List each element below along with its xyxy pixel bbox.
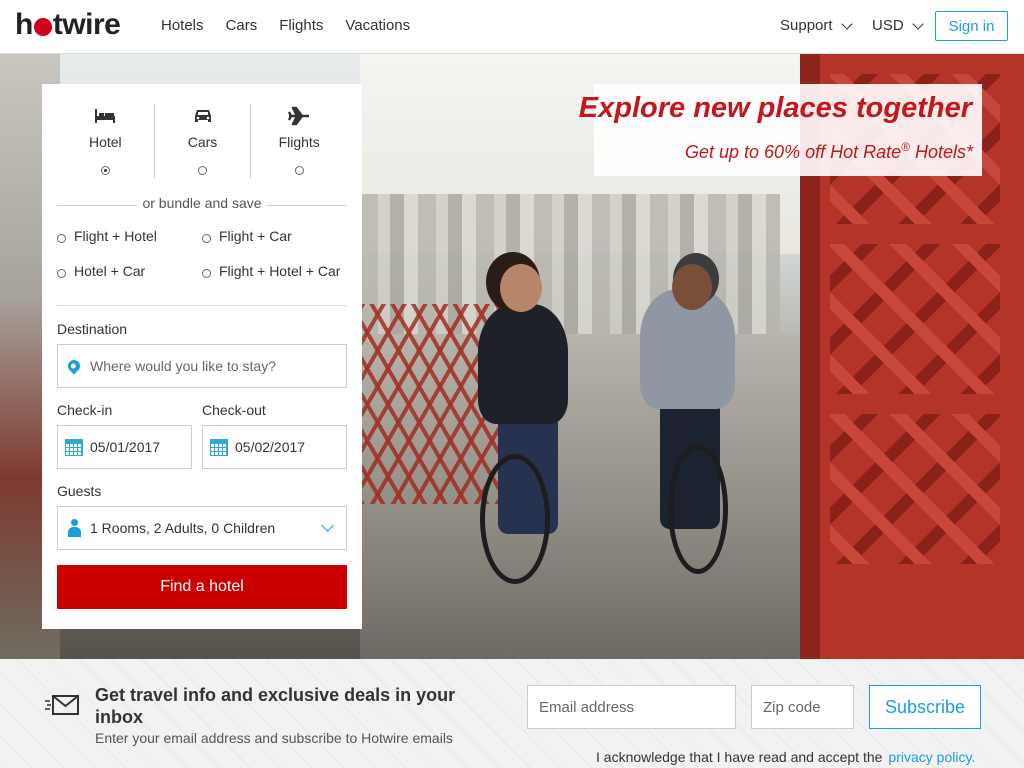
bundle-flight-hotel-car[interactable]: Flight + Hotel + Car — [202, 263, 340, 279]
checkin-label: Check-in — [57, 402, 113, 418]
flights-radio[interactable] — [294, 166, 304, 175]
chevron-down-icon — [321, 519, 334, 532]
tab-flights[interactable]: Flights — [250, 104, 347, 178]
search-panel: Hotel Cars Flights or bundle and save Fl… — [42, 84, 362, 629]
promo-banner: Explore new places together Get up to 60… — [579, 84, 982, 176]
bundle-flight-car[interactable]: Flight + Car — [202, 228, 292, 244]
hotel-radio[interactable] — [100, 166, 110, 175]
newsletter-title: Get travel info and exclusive deals in y… — [95, 685, 456, 727]
nav-vacations[interactable]: Vacations — [345, 17, 410, 34]
nav-hotels[interactable]: Hotels — [161, 17, 204, 34]
main-nav: Hotels Cars Flights Vacations — [161, 17, 410, 34]
cars-radio[interactable] — [198, 166, 207, 175]
checkin-field[interactable]: 05/01/2017 — [57, 425, 192, 469]
bundle-flight-hotel[interactable]: Flight + Hotel — [57, 228, 157, 244]
currency-label: USD — [872, 17, 904, 34]
privacy-acknowledgement: I acknowledge that I have read and accep… — [596, 749, 976, 765]
tab-cars[interactable]: Cars — [153, 104, 251, 178]
plane-icon — [288, 106, 310, 126]
location-pin-icon — [58, 357, 90, 375]
chevron-down-icon — [840, 17, 853, 30]
tab-hotel[interactable]: Hotel — [57, 104, 154, 178]
newsletter-subtitle: Enter your email address and subscribe t… — [95, 730, 453, 746]
bundle-hotel-car[interactable]: Hotel + Car — [57, 263, 145, 279]
chevron-down-icon — [912, 17, 924, 30]
promo-subtitle: Get up to 60% off Hot Rate® Hotels* — [685, 140, 973, 162]
nav-cars[interactable]: Cars — [226, 17, 258, 34]
calendar-icon — [58, 438, 90, 456]
support-label: Support — [780, 17, 833, 34]
hotwire-logo[interactable]: h twire — [15, 8, 121, 41]
email-input[interactable]: Email address — [527, 685, 736, 729]
zip-input[interactable]: Zip code — [751, 685, 854, 729]
person-icon — [58, 519, 90, 537]
calendar-icon — [203, 438, 235, 456]
find-hotel-button[interactable]: Find a hotel — [57, 565, 347, 609]
checkout-label: Check-out — [202, 402, 266, 418]
privacy-policy-link[interactable]: privacy policy. — [888, 749, 975, 765]
logo-dot-icon — [33, 18, 52, 36]
guests-dropdown[interactable]: 1 Rooms, 2 Adults, 0 Children — [57, 506, 347, 550]
destination-label: Destination — [57, 321, 128, 337]
guests-label: Guests — [57, 483, 102, 499]
currency-menu[interactable]: USD — [872, 17, 924, 34]
destination-field[interactable]: Where would you like to stay? — [57, 344, 347, 388]
bundle-separator: or bundle and save — [57, 195, 347, 211]
site-header: h twire Hotels Cars Flights Vacations Sup… — [0, 0, 1024, 54]
support-menu[interactable]: Support — [780, 17, 853, 34]
car-icon — [193, 106, 213, 126]
bed-icon — [94, 106, 116, 126]
subscribe-button[interactable]: Subscribe — [869, 685, 981, 729]
product-tabs: Hotel Cars Flights — [57, 104, 347, 184]
checkout-field[interactable]: 05/02/2017 — [202, 425, 347, 469]
nav-flights[interactable]: Flights — [279, 17, 323, 34]
promo-title: Explore new places together — [578, 92, 972, 124]
envelope-icon — [45, 695, 79, 715]
sign-in-button[interactable]: Sign in — [935, 11, 1008, 41]
